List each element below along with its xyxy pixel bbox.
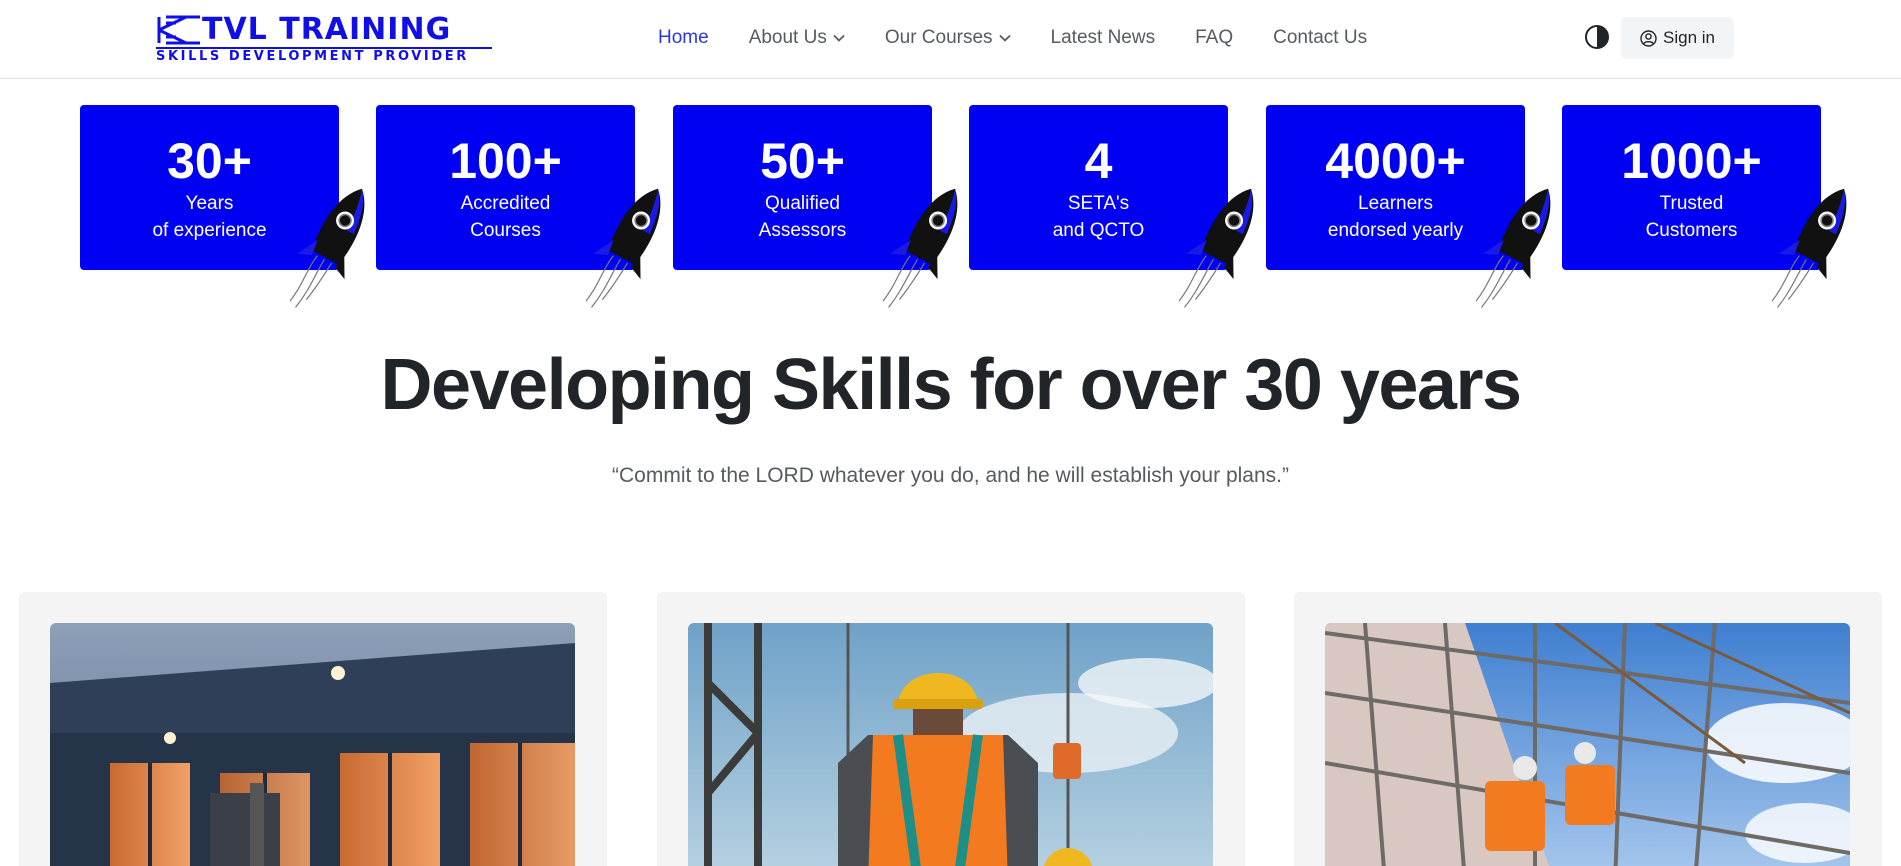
nav-home[interactable]: Home [658, 27, 709, 49]
nav-faq[interactable]: FAQ [1195, 27, 1233, 49]
chevron-down-icon [833, 34, 845, 42]
construction-worker-harness-image [688, 623, 1213, 866]
nav-about-us-label: About Us [748, 27, 827, 48]
course-card-working-at-heights[interactable] [657, 592, 1245, 866]
user-circle-icon [1640, 29, 1657, 47]
logo-title-row: TVL TRAINING [156, 14, 492, 46]
chevron-down-icon [998, 34, 1011, 42]
rocket-icon [883, 188, 958, 308]
nav-our-courses[interactable]: Our Courses [885, 27, 1011, 49]
rocket-icon [290, 188, 365, 308]
nav-faq-label: FAQ [1195, 27, 1234, 48]
nav-about-us[interactable]: About Us [749, 27, 845, 49]
logo-k-mark-icon [157, 15, 200, 45]
contrast-icon[interactable] [1584, 24, 1610, 50]
site-header: TVL TRAINING SKILLS DEVELOPMENT PROVIDER… [0, 0, 1901, 79]
logo-title: TVL TRAINING [202, 12, 452, 47]
rocket-icon [1179, 188, 1254, 308]
main-nav: Home About Us Our Courses Latest News FA… [658, 24, 1407, 52]
nav-contact-us-label: Contact Us [1273, 27, 1368, 48]
rocket-icon [1772, 188, 1847, 308]
rocket-icon [586, 188, 661, 308]
course-card-forklift[interactable] [19, 592, 607, 866]
nav-our-courses-label: Our Courses [884, 27, 993, 48]
site-logo[interactable]: TVL TRAINING SKILLS DEVELOPMENT PROVIDER [156, 14, 492, 64]
sign-in-button[interactable]: Sign in [1621, 17, 1734, 59]
sign-in-label: Sign in [1663, 28, 1715, 47]
forklift-warehouse-image [50, 623, 575, 866]
hero-quote: “Commit to the LORD whatever you do, and… [612, 464, 1289, 487]
logo-subtitle: SKILLS DEVELOPMENT PROVIDER [156, 49, 469, 64]
nav-latest-news[interactable]: Latest News [1051, 27, 1156, 49]
nav-contact-us[interactable]: Contact Us [1273, 27, 1367, 49]
rocket-icon [1476, 188, 1551, 308]
scaffolding-workers-image [1325, 623, 1850, 866]
nav-home-label: Home [658, 27, 709, 48]
course-card-scaffolding[interactable] [1294, 592, 1882, 866]
hero-title: Developing Skills for over 30 years [380, 345, 1522, 425]
nav-latest-news-label: Latest News [1050, 27, 1156, 48]
